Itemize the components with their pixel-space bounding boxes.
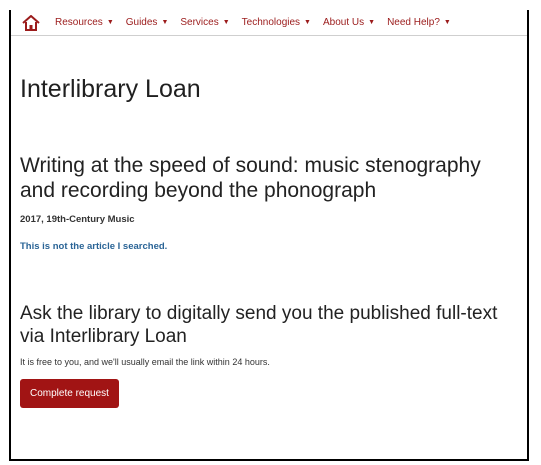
article-title: Writing at the speed of sound: music ste…: [20, 154, 481, 202]
nav-item-label: About Us: [322, 17, 365, 28]
nav-services[interactable]: Services ▼: [180, 17, 229, 28]
request-heading: Ask the library to digitally send you th…: [20, 303, 498, 347]
not-article-link[interactable]: This is not the article I searched.: [20, 241, 167, 252]
caret-down-icon: ▼: [222, 19, 230, 26]
nav-about-us[interactable]: About Us ▼: [323, 17, 375, 28]
page-title: Interlibrary Loan: [20, 75, 201, 103]
caret-down-icon: ▼: [304, 19, 311, 26]
nav-item-label: Need Help?: [387, 17, 440, 28]
top-navbar: Resources ▼ Guides ▼ Services ▼ Technolo…: [11, 10, 527, 36]
main-content: Interlibrary Loan Writing at the speed o…: [11, 74, 527, 408]
caret-down-icon: ▼: [443, 19, 451, 26]
article-meta: 2017, 19th-Century Music: [20, 214, 135, 225]
home-icon[interactable]: [21, 14, 41, 32]
complete-request-button[interactable]: Complete request: [20, 379, 119, 408]
nav-item-label: Resources: [55, 17, 103, 28]
caret-down-icon: ▼: [161, 19, 169, 26]
nav-item-label: Technologies: [241, 17, 301, 28]
caret-down-icon: ▼: [368, 19, 376, 26]
nav-resources[interactable]: Resources ▼: [55, 17, 114, 28]
nav-technologies[interactable]: Technologies ▼: [242, 17, 311, 28]
nav-need-help[interactable]: Need Help? ▼: [387, 17, 451, 28]
nav-item-label: Services: [180, 17, 219, 28]
caret-down-icon: ▼: [106, 19, 114, 26]
request-note: It is free to you, and we'll usually ema…: [20, 357, 270, 367]
nav-item-label: Guides: [125, 17, 158, 28]
nav-guides[interactable]: Guides ▼: [126, 17, 169, 28]
page-frame: Resources ▼ Guides ▼ Services ▼ Technolo…: [9, 10, 529, 461]
